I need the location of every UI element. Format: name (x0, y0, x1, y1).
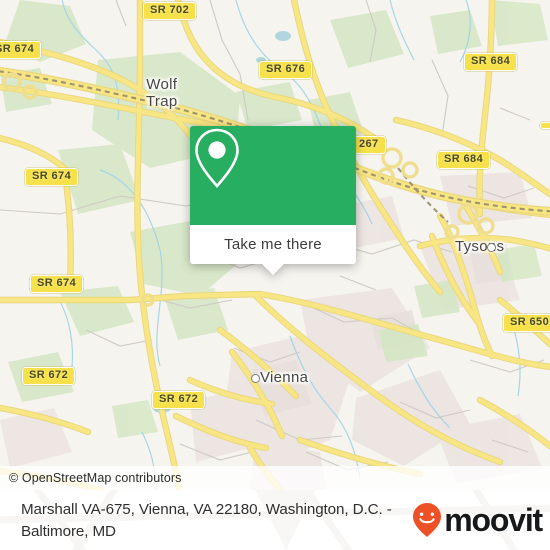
location-popup-card[interactable]: Take me there (190, 126, 356, 275)
road-shield-sr702[interactable]: SR 702 (143, 2, 197, 20)
road-shield-sr684-north[interactable]: SR 684 (464, 53, 518, 71)
osm-attribution-text[interactable]: © OpenStreetMap contributors (0, 471, 182, 485)
place-label-line: Trap (146, 93, 178, 110)
place-label-wolf-trap: Wolf Trap (146, 76, 178, 110)
road-shield-267[interactable]: 267 (352, 136, 386, 154)
map-canvas[interactable]: SR 702 SR 674 SR 676 SR 684 267 SR 684 S… (0, 0, 550, 490)
road-shield-edge-clipped[interactable] (540, 122, 550, 129)
place-marker-dot-vienna (251, 374, 260, 383)
place-label-line: Wolf (146, 76, 178, 93)
screenshot-root: SR 702 SR 674 SR 676 SR 684 267 SR 684 S… (0, 0, 550, 550)
caption-address: Marshall VA-675, Vienna, VA 22180, Washi… (21, 501, 392, 540)
caption-bar: Marshall VA-675, Vienna, VA 22180, Washi… (0, 490, 550, 550)
road-shield-sr650[interactable]: SR 650 (503, 314, 550, 332)
take-me-there-button[interactable]: Take me there (190, 225, 356, 264)
place-label-tysons: Tysons (455, 238, 505, 255)
take-me-there-label: Take me there (224, 236, 322, 253)
popup-tail-pointer (262, 264, 284, 275)
road-shield-sr674-lower[interactable]: SR 674 (30, 275, 84, 293)
osm-attribution-bar: © OpenStreetMap contributors (0, 466, 550, 490)
road-shield-sr676[interactable]: SR 676 (259, 61, 313, 79)
road-shield-sr674-west-top[interactable]: SR 674 (0, 41, 42, 59)
place-marker-dot-tysons (487, 243, 496, 252)
moovit-pin-icon (413, 503, 442, 537)
road-shield-sr674-mid[interactable]: SR 674 (25, 168, 79, 186)
road-shield-sr684-south[interactable]: SR 684 (437, 151, 491, 169)
road-shield-sr672-west[interactable]: SR 672 (22, 367, 76, 385)
map-pin-icon (195, 128, 239, 188)
moovit-logo[interactable]: moovit (412, 502, 543, 538)
moovit-wordmark: moovit (444, 502, 543, 538)
road-shield-sr672-east[interactable]: SR 672 (152, 391, 206, 409)
popup-icon-area (190, 126, 356, 225)
place-label-vienna: Vienna (260, 369, 309, 386)
